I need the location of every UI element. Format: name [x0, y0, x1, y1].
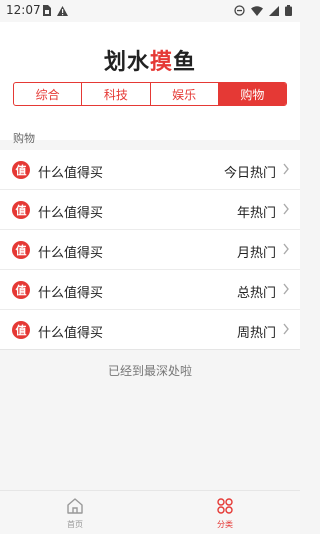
nav-home[interactable]: 首页: [0, 491, 150, 534]
app-title-part1: 划水: [103, 50, 150, 75]
chevron-right-icon: [283, 323, 289, 335]
category-grid-icon: [217, 498, 233, 514]
status-right-icons: [234, 5, 292, 16]
source-list: 值 什么值得买 今日热门 值 什么值得买 年热门 值 什么值得买 月热门 值 什…: [0, 150, 300, 350]
smzdm-logo-icon: 值: [12, 201, 30, 219]
tab-general[interactable]: 综合: [14, 83, 83, 105]
list-item-name: 什么值得买: [38, 166, 104, 181]
nav-category[interactable]: 分类: [150, 491, 300, 534]
list-item[interactable]: 值 什么值得买 总热门: [0, 270, 300, 310]
list-item[interactable]: 值 什么值得买 年热门: [0, 190, 300, 230]
tab-entertainment[interactable]: 娱乐: [151, 83, 219, 105]
status-time: 12:07: [6, 3, 41, 17]
do-not-disturb-icon: [234, 5, 245, 16]
list-item[interactable]: 值 什么值得买 今日热门: [0, 150, 300, 190]
nav-home-label: 首页: [67, 520, 83, 529]
category-tabs: 综合 科技 娱乐 购物: [13, 82, 287, 106]
status-left-icons: [42, 5, 68, 16]
list-item-category: 今日热门: [223, 166, 276, 181]
app-title: 划水摸鱼: [0, 44, 300, 76]
list-item-category: 总热门: [236, 286, 276, 301]
chevron-right-icon: [283, 203, 289, 215]
section-label: 购物: [13, 132, 35, 145]
smzdm-logo-icon: 值: [12, 281, 30, 299]
svg-text:值: 值: [16, 323, 27, 337]
signal-icon: [269, 5, 279, 16]
header: 划水摸鱼 综合 科技 娱乐 购物: [0, 22, 300, 140]
home-icon: [67, 498, 83, 514]
list-item-category: 周热门: [236, 326, 276, 341]
list-item-name: 什么值得买: [38, 326, 104, 341]
tab-tech[interactable]: 科技: [82, 83, 151, 105]
smzdm-logo-icon: 值: [12, 161, 30, 179]
chevron-right-icon: [283, 243, 289, 255]
svg-text:值: 值: [16, 203, 27, 217]
list-item[interactable]: 值 什么值得买 月热门: [0, 230, 300, 270]
app-title-accent: 摸: [149, 50, 173, 75]
end-of-list-text: 已经到最深处啦: [107, 364, 192, 378]
wifi-icon: [251, 5, 263, 16]
svg-text:值: 值: [16, 283, 27, 297]
smzdm-logo-icon: 值: [12, 241, 30, 259]
nav-category-label: 分类: [217, 520, 233, 529]
svg-text:值: 值: [16, 163, 27, 177]
list-item-name: 什么值得买: [38, 206, 104, 221]
list-item-name: 什么值得买: [38, 286, 104, 301]
chevron-right-icon: [283, 283, 289, 295]
warning-icon: [57, 5, 68, 16]
list-item[interactable]: 值 什么值得买 周热门: [0, 310, 300, 350]
app-title-part2: 鱼: [173, 50, 197, 75]
tab-shopping[interactable]: 购物: [218, 83, 286, 105]
svg-text:值: 值: [16, 243, 27, 257]
list-item-category: 月热门: [236, 246, 276, 261]
battery-icon: [285, 5, 292, 16]
list-item-category: 年热门: [236, 206, 276, 221]
list-item-name: 什么值得买: [38, 246, 104, 261]
status-bar: 12:07: [0, 0, 300, 22]
smzdm-logo-icon: 值: [12, 321, 30, 339]
chevron-right-icon: [283, 163, 289, 175]
bottom-nav: 首页 分类: [0, 490, 300, 534]
sim-card-icon: [43, 5, 51, 16]
